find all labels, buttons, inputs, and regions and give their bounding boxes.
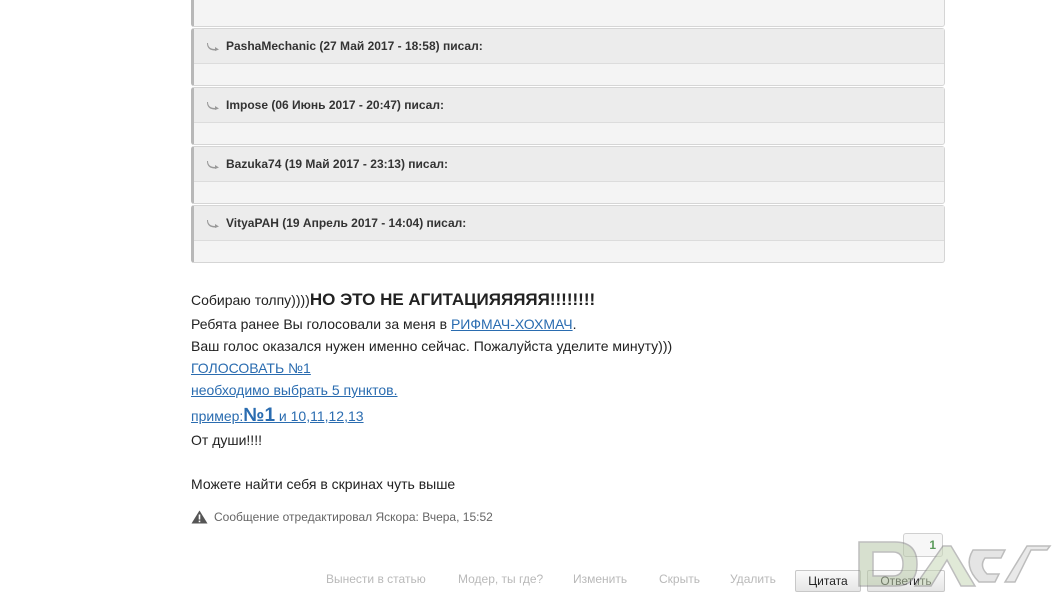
- quote-header: Impose (06 Июнь 2017 - 20:47) писал:: [194, 88, 944, 123]
- quote-button[interactable]: Цитата: [795, 570, 861, 592]
- post-line: Можете найти себя в скринах чуть выше: [191, 476, 456, 492]
- call-moderator-link[interactable]: Модер, ты где?: [458, 572, 543, 586]
- quote-author: PashaMechanic (27 Май 2017 - 18:58) писа…: [226, 39, 483, 53]
- edit-note-text: Сообщение отредактировал Яскора: Вчера, …: [214, 510, 493, 524]
- post-line: пример:№1 и 10,11,12,13: [191, 401, 951, 429]
- quote-author: VityaPAH (19 Апрель 2017 - 14:04) писал:: [226, 216, 467, 230]
- post-line: необходимо выбрать 5 пунктов.: [191, 379, 951, 401]
- post-line: Ребята ранее Вы голосовали за меня в РИФ…: [191, 313, 951, 335]
- post-bold-text: НО ЭТО НЕ АГИТАЦИЯЯЯЯЯ!!!!!!!!: [309, 290, 596, 309]
- quote-arrow-icon: [207, 220, 219, 228]
- warning-icon: [191, 510, 208, 524]
- post-text: .: [572, 316, 577, 332]
- quote-author: Bazuka74 (19 Май 2017 - 23:13) писал:: [226, 157, 449, 171]
- quote-block: VityaPAH (19 Апрель 2017 - 14:04) писал:: [191, 205, 945, 263]
- post-line: От души!!!!: [191, 432, 262, 448]
- logo-watermark: [858, 541, 1052, 587]
- delete-link[interactable]: Удалить: [730, 572, 776, 586]
- move-to-article-link[interactable]: Вынести в статью: [326, 572, 426, 586]
- quote-block: Bazuka74 (19 Май 2017 - 23:13) писал:: [191, 146, 945, 204]
- post-body: Собираю толпу))))НО ЭТО НЕ АГИТАЦИЯЯЯЯЯ!…: [191, 287, 951, 495]
- post-line: ГОЛОСОВАТЬ №1: [191, 357, 951, 379]
- quote-block: Impose (06 Июнь 2017 - 20:47) писал:: [191, 87, 945, 145]
- quote-block: PashaMechanic (27 Май 2017 - 18:58) писа…: [191, 28, 945, 86]
- quote-header: PashaMechanic (27 Май 2017 - 18:58) писа…: [194, 29, 944, 64]
- edit-note: Сообщение отредактировал Яскора: Вчера, …: [191, 510, 493, 524]
- quote-header: VityaPAH (19 Апрель 2017 - 14:04) писал:: [194, 206, 944, 241]
- quote-block-end: [191, 0, 945, 27]
- quote-arrow-icon: [207, 161, 219, 169]
- post-text: Ребята ранее Вы голосовали за меня в: [191, 316, 451, 332]
- example-number: №1: [243, 405, 276, 426]
- example-link[interactable]: пример:№1 и 10,11,12,13: [191, 405, 364, 426]
- post-line: Собираю толпу))))НО ЭТО НЕ АГИТАЦИЯЯЯЯЯ!…: [191, 287, 951, 313]
- choose-items-link[interactable]: необходимо выбрать 5 пунктов.: [191, 382, 398, 398]
- rifmach-link[interactable]: РИФМАЧ-ХОХМАЧ: [451, 316, 573, 332]
- example-rest: и 10,11,12,13: [275, 408, 364, 424]
- quote-arrow-icon: [207, 43, 219, 51]
- vote-link[interactable]: ГОЛОСОВАТЬ №1: [191, 360, 311, 376]
- quote-list: PashaMechanic (27 Май 2017 - 18:58) писа…: [191, 0, 945, 264]
- hide-link[interactable]: Скрыть: [659, 572, 700, 586]
- quote-author: Impose (06 Июнь 2017 - 20:47) писал:: [226, 98, 444, 112]
- quote-header: Bazuka74 (19 Май 2017 - 23:13) писал:: [194, 147, 944, 182]
- post-line: Ваш голос оказался нужен именно сейчас. …: [191, 338, 673, 354]
- post-text: Собираю толпу)))): [191, 292, 310, 308]
- edit-link[interactable]: Изменить: [573, 572, 627, 586]
- quote-arrow-icon: [207, 102, 219, 110]
- example-prefix: пример:: [191, 408, 244, 424]
